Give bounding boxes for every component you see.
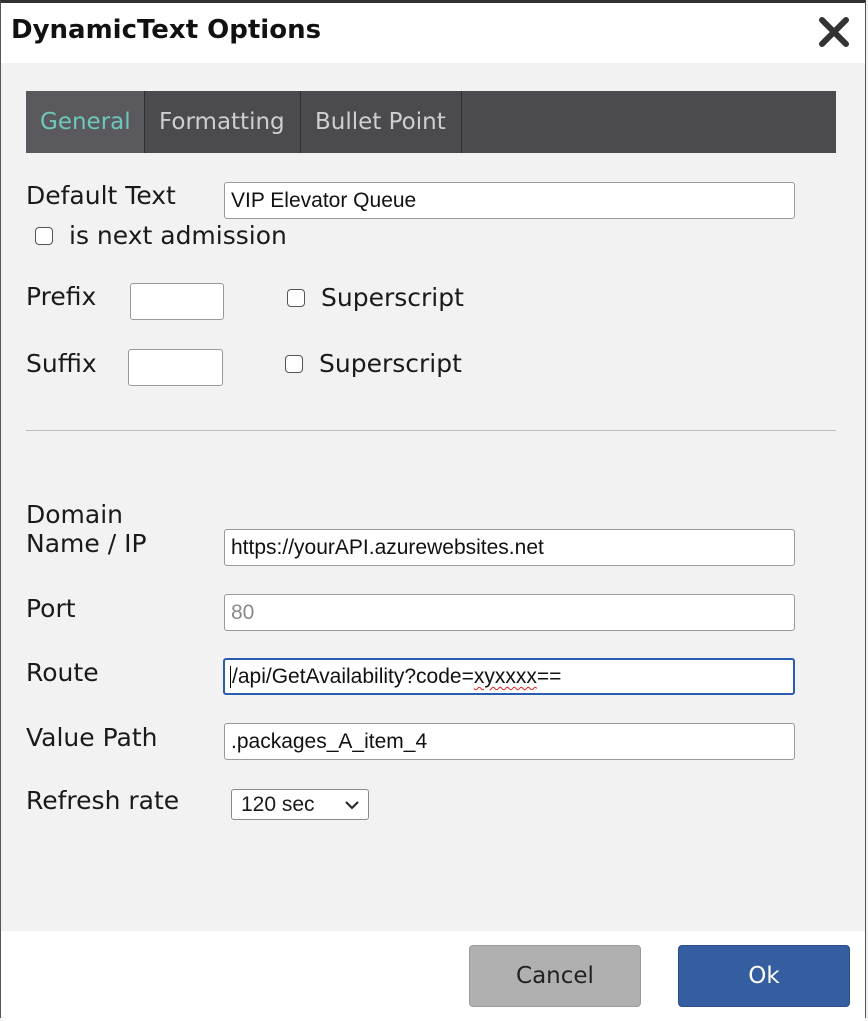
dynamictext-options-dialog: DynamicText Options General Formatting B… <box>0 0 866 1021</box>
suffix-superscript-label: Superscript <box>319 349 462 378</box>
domain-label-line1: Domain <box>26 500 124 529</box>
route-value-spellcheck: xyxxxx <box>473 665 537 688</box>
route-label: Route <box>26 658 99 687</box>
is-next-admission-label: is next admission <box>69 221 287 250</box>
dialog-titlebar: DynamicText Options <box>1 3 865 63</box>
dialog-footer: Cancel Ok <box>1 931 865 1021</box>
suffix-superscript-checkbox[interactable] <box>285 355 303 373</box>
refresh-rate-label: Refresh rate <box>26 786 180 815</box>
tab-bullet-point[interactable]: Bullet Point <box>301 91 462 153</box>
prefix-label: Prefix <box>26 282 97 311</box>
suffix-label: Suffix <box>26 349 97 378</box>
domain-label: Domain Name / IP <box>26 500 147 558</box>
route-value-main: /api/GetAvailability?code= <box>232 665 474 688</box>
refresh-rate-select[interactable]: 120 sec <box>231 789 369 820</box>
suffix-input[interactable] <box>128 349 223 386</box>
port-label: Port <box>26 594 76 623</box>
value-path-input[interactable]: .packages_A_item_4 <box>224 723 795 760</box>
is-next-admission-checkbox[interactable] <box>35 227 53 245</box>
ok-button[interactable]: Ok <box>678 945 850 1007</box>
route-value-end: == <box>536 665 562 688</box>
route-input[interactable]: /api/GetAvailability?code=xyxxxx== <box>223 658 795 695</box>
value-path-label: Value Path <box>26 723 158 752</box>
prefix-superscript-checkbox[interactable] <box>287 289 305 307</box>
close-icon[interactable] <box>817 15 851 49</box>
default-text-input[interactable]: VIP Elevator Queue <box>224 182 795 219</box>
dialog-title: DynamicText Options <box>11 15 322 45</box>
refresh-rate-value: 120 sec <box>241 793 315 816</box>
default-text-label: Default Text <box>26 181 176 210</box>
prefix-superscript-label: Superscript <box>321 283 464 312</box>
chevron-down-icon <box>345 801 359 810</box>
tab-general[interactable]: General <box>26 91 145 153</box>
port-input[interactable]: 80 <box>224 594 795 631</box>
text-caret <box>230 666 231 689</box>
domain-label-line2: Name / IP <box>26 529 147 558</box>
cancel-button[interactable]: Cancel <box>469 945 641 1007</box>
tab-bar: General Formatting Bullet Point <box>26 91 836 153</box>
prefix-input[interactable] <box>130 283 224 320</box>
section-divider <box>26 430 836 431</box>
tab-formatting[interactable]: Formatting <box>145 91 301 153</box>
domain-input[interactable]: https://yourAPI.azurewebsites.net <box>224 529 795 566</box>
